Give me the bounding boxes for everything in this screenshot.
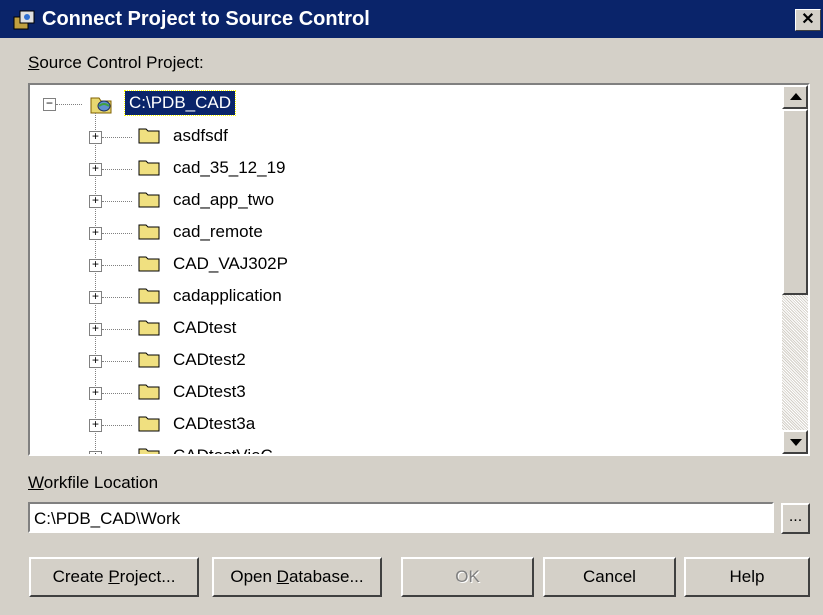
arrow-up-icon <box>790 93 802 100</box>
tree-item[interactable]: + CAD_VAJ302P <box>30 249 730 279</box>
database-icon <box>90 97 112 114</box>
open-database-text-a: Open <box>230 567 277 586</box>
window-title: Connect Project to Source Control <box>42 8 370 30</box>
folder-icon <box>138 128 160 144</box>
create-project-text-b: roject... <box>119 567 176 586</box>
tree-root-label[interactable]: C:\PDB_CAD <box>123 90 237 116</box>
tree-connector <box>102 329 132 330</box>
tree-item-label: CAD_VAJ302P <box>173 254 288 273</box>
vertical-scrollbar[interactable] <box>782 85 808 454</box>
expand-icon[interactable]: + <box>89 355 102 368</box>
folder-icon <box>138 448 160 454</box>
tree-item-label: CADtest <box>173 318 237 337</box>
expand-icon[interactable]: + <box>89 131 102 144</box>
tree-item-label: cad_remote <box>173 222 263 241</box>
workfile-location-input[interactable]: C:\PDB_CAD\Work <box>28 502 774 533</box>
expand-icon[interactable]: + <box>89 451 102 454</box>
scroll-down-button[interactable] <box>782 430 808 454</box>
tree-connector <box>102 361 132 362</box>
tree-item-label: cad_35_12_19 <box>173 158 286 177</box>
create-project-button[interactable]: Create Project... <box>29 557 199 597</box>
workfile-location-label: Workfile Location <box>28 473 158 493</box>
tree-item[interactable]: + cad_app_two <box>30 185 730 215</box>
tree-connector <box>102 137 132 138</box>
expand-icon[interactable]: + <box>89 163 102 176</box>
folder-icon <box>138 224 160 240</box>
tree-connector <box>102 265 132 266</box>
collapse-icon[interactable]: − <box>43 98 56 111</box>
tree-connector <box>102 233 132 234</box>
tree-item[interactable]: + CADtest3a <box>30 409 730 439</box>
source-label-text: ource Control Project: <box>39 53 204 72</box>
open-database-button[interactable]: Open Database... <box>212 557 382 597</box>
project-tree[interactable]: − C:\PDB_CAD + asdfsdf + cad_35_12_19 + cad_a… <box>28 83 810 456</box>
source-control-app-icon <box>13 10 35 30</box>
folder-icon <box>138 320 160 336</box>
tree-item[interactable]: + cad_remote <box>30 217 730 247</box>
folder-icon <box>138 160 160 176</box>
tree-item[interactable]: + cadapplication <box>30 281 730 311</box>
tree-item[interactable]: + CADtest <box>30 313 730 343</box>
arrow-down-icon <box>790 439 802 446</box>
expand-icon[interactable]: + <box>89 323 102 336</box>
close-icon: ✕ <box>801 11 815 28</box>
expand-icon[interactable]: + <box>89 419 102 432</box>
tree-content: − C:\PDB_CAD + asdfsdf + cad_35_12_19 + cad_a… <box>30 85 782 454</box>
browse-button[interactable]: ... <box>781 503 810 534</box>
expand-icon[interactable]: + <box>89 227 102 240</box>
tree-item[interactable]: + CADtest3 <box>30 377 730 407</box>
expand-icon[interactable]: + <box>89 259 102 272</box>
folder-icon <box>138 352 160 368</box>
tree-connector <box>102 425 132 426</box>
close-button[interactable]: ✕ <box>795 9 821 31</box>
tree-connector <box>102 297 132 298</box>
title-bar: Connect Project to Source Control ✕ <box>0 0 823 38</box>
create-project-text-a: Create <box>52 567 109 586</box>
create-project-mnemonic: P <box>108 567 120 586</box>
tree-item-label: CADtest2 <box>173 350 246 369</box>
folder-icon <box>138 384 160 400</box>
expand-icon[interactable]: + <box>89 387 102 400</box>
tree-root-row[interactable]: − C:\PDB_CAD <box>30 90 730 119</box>
ok-button[interactable]: OK <box>401 557 534 597</box>
workfile-label-mnemonic: W <box>28 473 44 492</box>
source-label-mnemonic: S <box>28 53 40 72</box>
cancel-button[interactable]: Cancel <box>543 557 676 597</box>
tree-item-label: CADtestVieC <box>173 446 273 454</box>
scroll-thumb[interactable] <box>782 109 808 295</box>
tree-item-label: cad_app_two <box>173 190 275 209</box>
expand-icon[interactable]: + <box>89 195 102 208</box>
tree-item-label: asdfsdf <box>173 126 228 145</box>
tree-connector <box>102 393 132 394</box>
tree-item[interactable]: + asdfsdf <box>30 121 730 151</box>
folder-icon <box>138 416 160 432</box>
open-database-mnemonic: D <box>276 567 289 586</box>
tree-item-label: CADtest3a <box>173 414 256 433</box>
tree-item[interactable]: + CADtest2 <box>30 345 730 375</box>
folder-icon <box>138 192 160 208</box>
help-button[interactable]: Help <box>684 557 810 597</box>
expand-icon[interactable]: + <box>89 291 102 304</box>
tree-item[interactable]: + CADtestVieC <box>30 441 730 454</box>
source-control-project-label: Source Control Project: <box>28 53 204 73</box>
folder-icon <box>138 288 160 304</box>
tree-item[interactable]: + cad_35_12_19 <box>30 153 730 183</box>
tree-item-label: CADtest3 <box>173 382 246 401</box>
scroll-up-button[interactable] <box>782 85 808 109</box>
open-database-text-b: atabase... <box>288 567 364 586</box>
workfile-location-value: C:\PDB_CAD\Work <box>34 509 181 528</box>
folder-icon <box>138 256 160 272</box>
workfile-label-text: orkfile Location <box>43 473 159 492</box>
tree-connector <box>56 104 82 105</box>
tree-item-label: cadapplication <box>173 286 282 305</box>
tree-connector <box>102 201 132 202</box>
tree-connector <box>102 169 132 170</box>
